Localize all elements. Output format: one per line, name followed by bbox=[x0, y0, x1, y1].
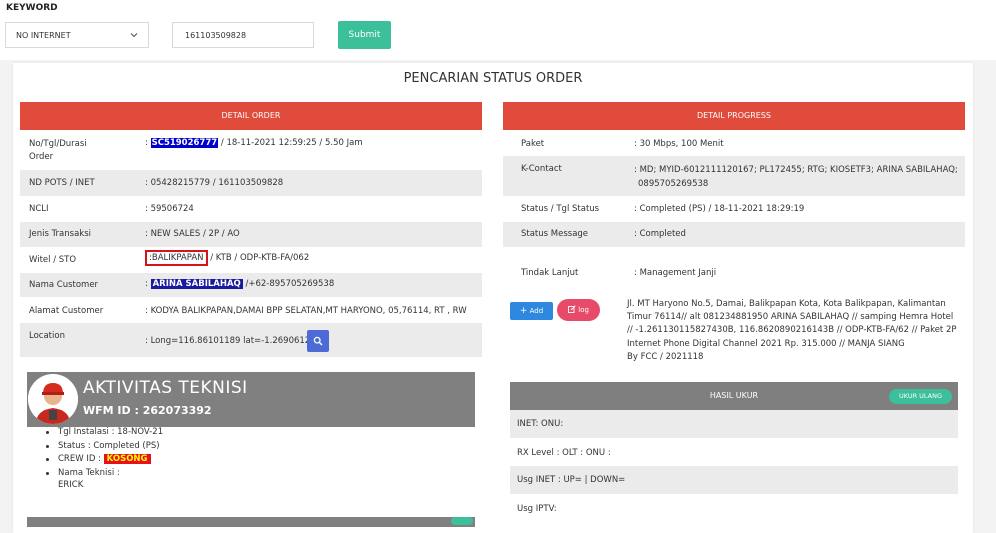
technician-card: AKTIVITAS TEKNISI WFM ID : 262073392 bbox=[27, 372, 475, 427]
progress-row-tindak: Tindak Lanjut : Management Janji bbox=[503, 247, 965, 287]
detail-progress-header: DETAIL PROGRESS bbox=[503, 102, 965, 130]
customer-label: Nama Customer bbox=[29, 280, 99, 290]
hasil-row-usg-inet: Usg INET : UP= | DOWN= bbox=[510, 466, 958, 494]
status-message-label: Status Message bbox=[521, 229, 589, 239]
progress-row-paket: Paket : 30 Mbps, 100 Menit bbox=[503, 130, 965, 156]
nd-value: : 05428215779 / 161103509828 bbox=[145, 178, 284, 188]
status-label: Status / Tgl Status bbox=[521, 204, 600, 214]
status-value: : Completed (PS) / 18-11-2021 18:29:19 bbox=[634, 204, 805, 214]
order-row-nd: ND POTS / INET : 05428215779 / 161103509… bbox=[20, 170, 482, 196]
keyword-label: KEYWORD bbox=[6, 3, 58, 13]
tindak-value: : Management Janji bbox=[634, 268, 717, 278]
technician-title: AKTIVITAS TEKNISI bbox=[83, 378, 248, 398]
edit-icon bbox=[568, 305, 576, 313]
detail-order-header: DETAIL ORDER bbox=[20, 102, 482, 130]
status-message-value: : Completed bbox=[634, 229, 686, 239]
search-type-select[interactable]: NO INTERNET bbox=[5, 22, 149, 48]
witel-value: BALIKPAPAN bbox=[151, 253, 204, 263]
tech-name-label: Nama Teknisi : bbox=[44, 467, 163, 481]
progress-row-status: Status / Tgl Status : Completed (PS) / 1… bbox=[503, 196, 965, 222]
tindak-label: Tindak Lanjut bbox=[521, 268, 579, 278]
order-number-rest: / 18-11-2021 12:59:25 / 5.50 Jam bbox=[218, 138, 363, 148]
location-value: : Long=116.86101189 lat=-1.26906128 bbox=[145, 336, 316, 346]
chevron-down-icon bbox=[129, 30, 139, 43]
location-search-button[interactable] bbox=[307, 330, 329, 352]
search-type-value: NO INTERNET bbox=[16, 31, 71, 40]
order-row-location: Location : Long=116.86101189 lat=-1.2690… bbox=[20, 323, 482, 357]
customer-name-badge: ARINA SABILAHAQ bbox=[150, 279, 243, 289]
nd-label: ND POTS / INET bbox=[29, 178, 95, 188]
crew-empty-badge: KOSONG bbox=[103, 454, 151, 464]
transaksi-label: Jenis Transaksi bbox=[29, 229, 91, 239]
tech-install-date: Tgl Instalasi : 18-NOV-21 bbox=[44, 426, 163, 440]
ukur-ulang-button[interactable]: UKUR ULANG bbox=[889, 389, 952, 404]
progress-row-kcontact: K-Contact : MD; MYID-6012111120167; PL17… bbox=[503, 156, 965, 196]
technician-wfm-id: WFM ID : 262073392 bbox=[83, 404, 212, 417]
hasil-row-inet: INET: ONU: bbox=[510, 410, 958, 438]
hasil-ukur-header: HASIL UKUR UKUR ULANG bbox=[510, 382, 958, 410]
order-row-alamat: Alamat Customer : KODYA BALIKPAPAN,DAMAI… bbox=[20, 297, 482, 323]
progress-row-message: Status Message : Completed bbox=[503, 222, 965, 247]
paket-value: : 30 Mbps, 100 Menit bbox=[634, 139, 724, 149]
order-row-witel: Witel / STO :BALIKPAPAN / KTB / ODP-KTB-… bbox=[20, 247, 482, 273]
kcontact-value-line1: : MD; MYID-6012111120167; PL172455; RTG;… bbox=[634, 165, 958, 175]
order-row-customer: Nama Customer : ARINA SABILAHAQ /+62-895… bbox=[20, 273, 482, 297]
search-bar: KEYWORD NO INTERNET 161103509828 Submit bbox=[0, 0, 996, 60]
witel-highlight: :BALIKPAPAN bbox=[145, 250, 208, 266]
add-button[interactable]: + Add bbox=[510, 302, 553, 320]
plus-icon: + bbox=[519, 306, 528, 316]
progress-note: Jl. MT Haryono No.5, Damai, Balikpapan K… bbox=[627, 299, 957, 362]
technician-avatar-icon bbox=[28, 374, 78, 424]
kcontact-value-line2: 0895705269538 bbox=[638, 178, 709, 189]
location-label: Location bbox=[29, 331, 65, 341]
order-number-label-line1: No/Tgl/Durasi bbox=[29, 139, 87, 149]
paket-label: Paket bbox=[521, 139, 545, 149]
tech-status: Status : Completed (PS) bbox=[44, 440, 163, 454]
order-row-ncli: NCLI : 59506724 bbox=[20, 196, 482, 222]
hasil-row-usg-iptv: Usg IPTV: bbox=[517, 504, 557, 514]
alamat-value: : KODYA BALIKPAPAN,DAMAI BPP SELATAN,MT … bbox=[145, 306, 467, 316]
submit-button[interactable]: Submit bbox=[338, 21, 391, 49]
next-card-header bbox=[27, 517, 475, 527]
search-icon bbox=[313, 336, 323, 346]
witel-rest: / KTB / ODP-KTB-FA/062 bbox=[207, 253, 310, 263]
alamat-label: Alamat Customer bbox=[29, 306, 104, 316]
order-number-sep: : bbox=[145, 138, 148, 148]
ncli-label: NCLI bbox=[29, 204, 49, 214]
witel-label: Witel / STO bbox=[29, 255, 77, 265]
technician-details: Tgl Instalasi : 18-NOV-21 Status : Compl… bbox=[44, 426, 163, 480]
hasil-row-rx: RX Level : OLT : ONU : bbox=[517, 448, 611, 458]
next-card-button[interactable] bbox=[451, 517, 473, 525]
kcontact-label: K-Contact bbox=[521, 164, 562, 174]
tech-crew: CREW ID : KOSONG bbox=[44, 453, 163, 467]
order-row-number: No/Tgl/Durasi Order : SC519026777 / 18-1… bbox=[20, 130, 482, 170]
order-row-transaksi: Jenis Transaksi : NEW SALES / 2P / AO bbox=[20, 222, 482, 247]
transaksi-value: : NEW SALES / 2P / AO bbox=[145, 229, 240, 239]
log-button[interactable]: log bbox=[557, 299, 600, 321]
page-title: PENCARIAN STATUS ORDER bbox=[403, 71, 583, 86]
keyword-input[interactable]: 161103509828 bbox=[172, 22, 314, 48]
customer-phone: /+62-895705269538 bbox=[242, 279, 335, 289]
order-code-badge: SC519026777 bbox=[150, 138, 219, 148]
ncli-value: : 59506724 bbox=[145, 204, 194, 214]
order-number-label-line2: Order bbox=[29, 152, 54, 162]
technician-name: ERICK bbox=[58, 480, 84, 490]
